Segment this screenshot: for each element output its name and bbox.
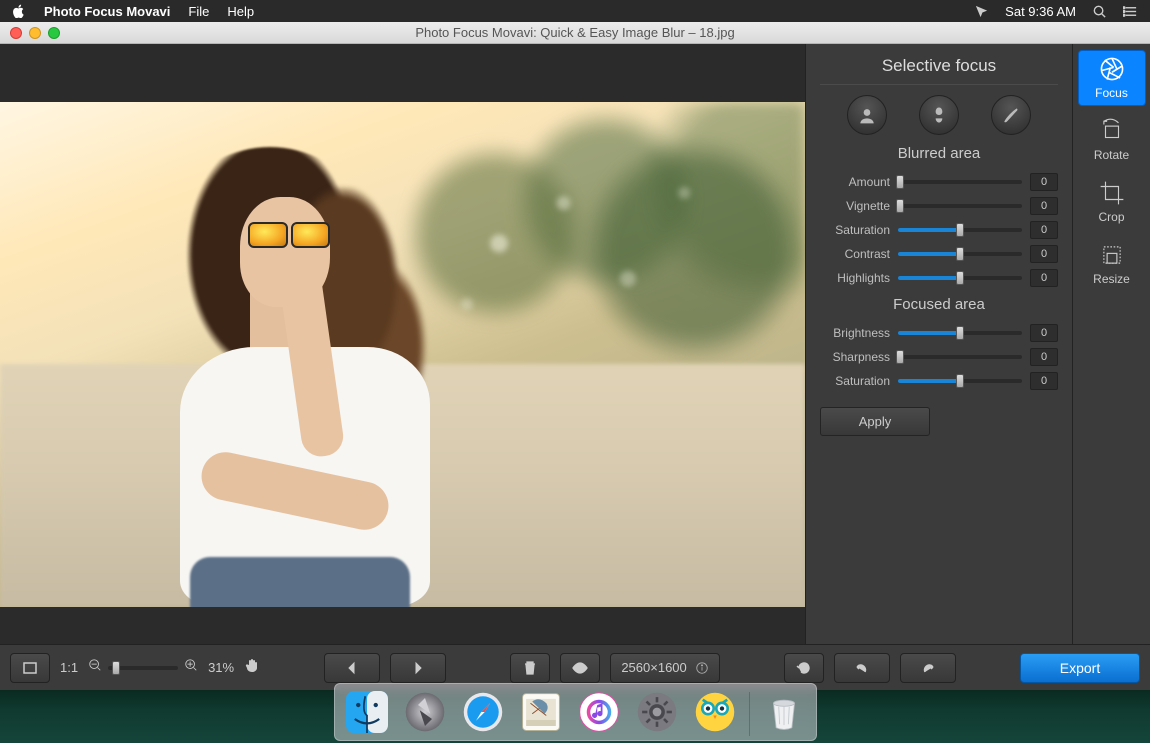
blurred-row-highlights: Highlights 0 xyxy=(806,266,1072,290)
blurred-slider-contrast[interactable] xyxy=(898,252,1022,256)
blurred-value-highlights[interactable]: 0 xyxy=(1030,269,1058,287)
blurred-label-highlights: Highlights xyxy=(820,271,890,285)
zoom-in-icon[interactable] xyxy=(184,658,198,677)
preview-button[interactable] xyxy=(560,653,600,683)
rotate-icon xyxy=(1099,118,1125,144)
spotlight-icon[interactable] xyxy=(1092,4,1107,19)
notification-center-icon[interactable] xyxy=(1123,4,1138,19)
settings-panel: Selective focus Blurred area Amount0Vign… xyxy=(805,44,1072,644)
pan-hand-icon[interactable] xyxy=(244,657,260,678)
blurred-row-contrast: Contrast 0 xyxy=(806,242,1072,266)
side-tabs: Focus Rotate Crop Resize xyxy=(1072,44,1150,644)
revert-button[interactable] xyxy=(784,653,824,683)
prev-image-button[interactable] xyxy=(324,653,380,683)
menubar-help[interactable]: Help xyxy=(227,4,254,19)
focused-row-brightness: Brightness 0 xyxy=(806,321,1072,345)
image-canvas[interactable] xyxy=(0,44,805,644)
desktop xyxy=(0,690,1150,743)
dock-mail[interactable] xyxy=(517,688,565,736)
panel-title: Selective focus xyxy=(820,52,1058,85)
window-zoom-button[interactable] xyxy=(48,27,60,39)
blurred-slider-saturation[interactable] xyxy=(898,228,1022,232)
tab-focus[interactable]: Focus xyxy=(1078,50,1146,106)
photo-preview xyxy=(0,102,805,607)
redo-button[interactable] xyxy=(900,653,956,683)
blurred-label-saturation: Saturation xyxy=(820,223,890,237)
blurred-value-saturation[interactable]: 0 xyxy=(1030,221,1058,239)
undo-button[interactable] xyxy=(834,653,890,683)
focused-value-sharpness[interactable]: 0 xyxy=(1030,348,1058,366)
blurred-row-saturation: Saturation 0 xyxy=(806,218,1072,242)
blurred-value-vignette[interactable]: 0 xyxy=(1030,197,1058,215)
focused-value-brightness[interactable]: 0 xyxy=(1030,324,1058,342)
brush-tool-button[interactable] xyxy=(991,95,1031,135)
tab-rotate[interactable]: Rotate xyxy=(1078,112,1146,168)
portrait-tool-button[interactable] xyxy=(847,95,887,135)
dock-finder[interactable] xyxy=(343,688,391,736)
image-dimensions[interactable]: 2560×1600 xyxy=(610,653,719,683)
window-minimize-button[interactable] xyxy=(29,27,41,39)
resize-icon xyxy=(1099,242,1125,268)
window-titlebar: Photo Focus Movavi: Quick & Easy Image B… xyxy=(0,22,1150,44)
tab-crop[interactable]: Crop xyxy=(1078,174,1146,230)
focused-slider-saturation[interactable] xyxy=(898,379,1022,383)
menubar-file[interactable]: File xyxy=(188,4,209,19)
dock-owl-app[interactable] xyxy=(691,688,739,736)
delete-button[interactable] xyxy=(510,653,550,683)
menubar-app-name[interactable]: Photo Focus Movavi xyxy=(44,4,170,19)
blurred-label-amount: Amount xyxy=(820,175,890,189)
dock-music[interactable] xyxy=(575,688,623,736)
zoom-percent: 31% xyxy=(208,660,234,675)
dock-trash[interactable] xyxy=(760,688,808,736)
cursor-icon[interactable] xyxy=(974,4,989,19)
aperture-icon xyxy=(1099,56,1125,82)
apply-button[interactable]: Apply xyxy=(820,407,930,436)
blurred-slider-vignette[interactable] xyxy=(898,204,1022,208)
dock-settings[interactable] xyxy=(633,688,681,736)
dock-safari[interactable] xyxy=(459,688,507,736)
focused-row-saturation: Saturation 0 xyxy=(806,369,1072,393)
blurred-value-amount[interactable]: 0 xyxy=(1030,173,1058,191)
apple-logo-icon[interactable] xyxy=(12,4,26,18)
blurred-area-title: Blurred area xyxy=(806,145,1072,162)
export-button[interactable]: Export xyxy=(1020,653,1140,683)
window-close-button[interactable] xyxy=(10,27,22,39)
zoom-1to1-label[interactable]: 1:1 xyxy=(60,660,78,675)
focused-value-saturation[interactable]: 0 xyxy=(1030,372,1058,390)
blurred-slider-highlights[interactable] xyxy=(898,276,1022,280)
macro-tool-button[interactable] xyxy=(919,95,959,135)
tab-resize[interactable]: Resize xyxy=(1078,236,1146,292)
focused-label-saturation: Saturation xyxy=(820,374,890,388)
blurred-slider-amount[interactable] xyxy=(898,180,1022,184)
focused-slider-sharpness[interactable] xyxy=(898,355,1022,359)
macos-menubar: Photo Focus Movavi File Help Sat 9:36 AM xyxy=(0,0,1150,22)
blurred-value-contrast[interactable]: 0 xyxy=(1030,245,1058,263)
zoom-slider[interactable] xyxy=(108,666,178,670)
app-window: Photo Focus Movavi: Quick & Easy Image B… xyxy=(0,22,1150,690)
focused-area-title: Focused area xyxy=(806,296,1072,313)
focused-row-sharpness: Sharpness 0 xyxy=(806,345,1072,369)
dock-separator xyxy=(749,692,750,736)
info-icon xyxy=(695,661,709,675)
dock-launchpad[interactable] xyxy=(401,688,449,736)
blurred-row-amount: Amount 0 xyxy=(806,170,1072,194)
menubar-clock[interactable]: Sat 9:36 AM xyxy=(1005,4,1076,19)
crop-icon xyxy=(1099,180,1125,206)
zoom-out-icon[interactable] xyxy=(88,658,102,677)
dock xyxy=(334,683,817,741)
blurred-label-contrast: Contrast xyxy=(820,247,890,261)
focused-slider-brightness[interactable] xyxy=(898,331,1022,335)
next-image-button[interactable] xyxy=(390,653,446,683)
window-title: Photo Focus Movavi: Quick & Easy Image B… xyxy=(0,25,1150,40)
blurred-row-vignette: Vignette 0 xyxy=(806,194,1072,218)
focused-label-sharpness: Sharpness xyxy=(820,350,890,364)
blurred-label-vignette: Vignette xyxy=(820,199,890,213)
fit-screen-button[interactable] xyxy=(10,653,50,683)
focused-label-brightness: Brightness xyxy=(820,326,890,340)
